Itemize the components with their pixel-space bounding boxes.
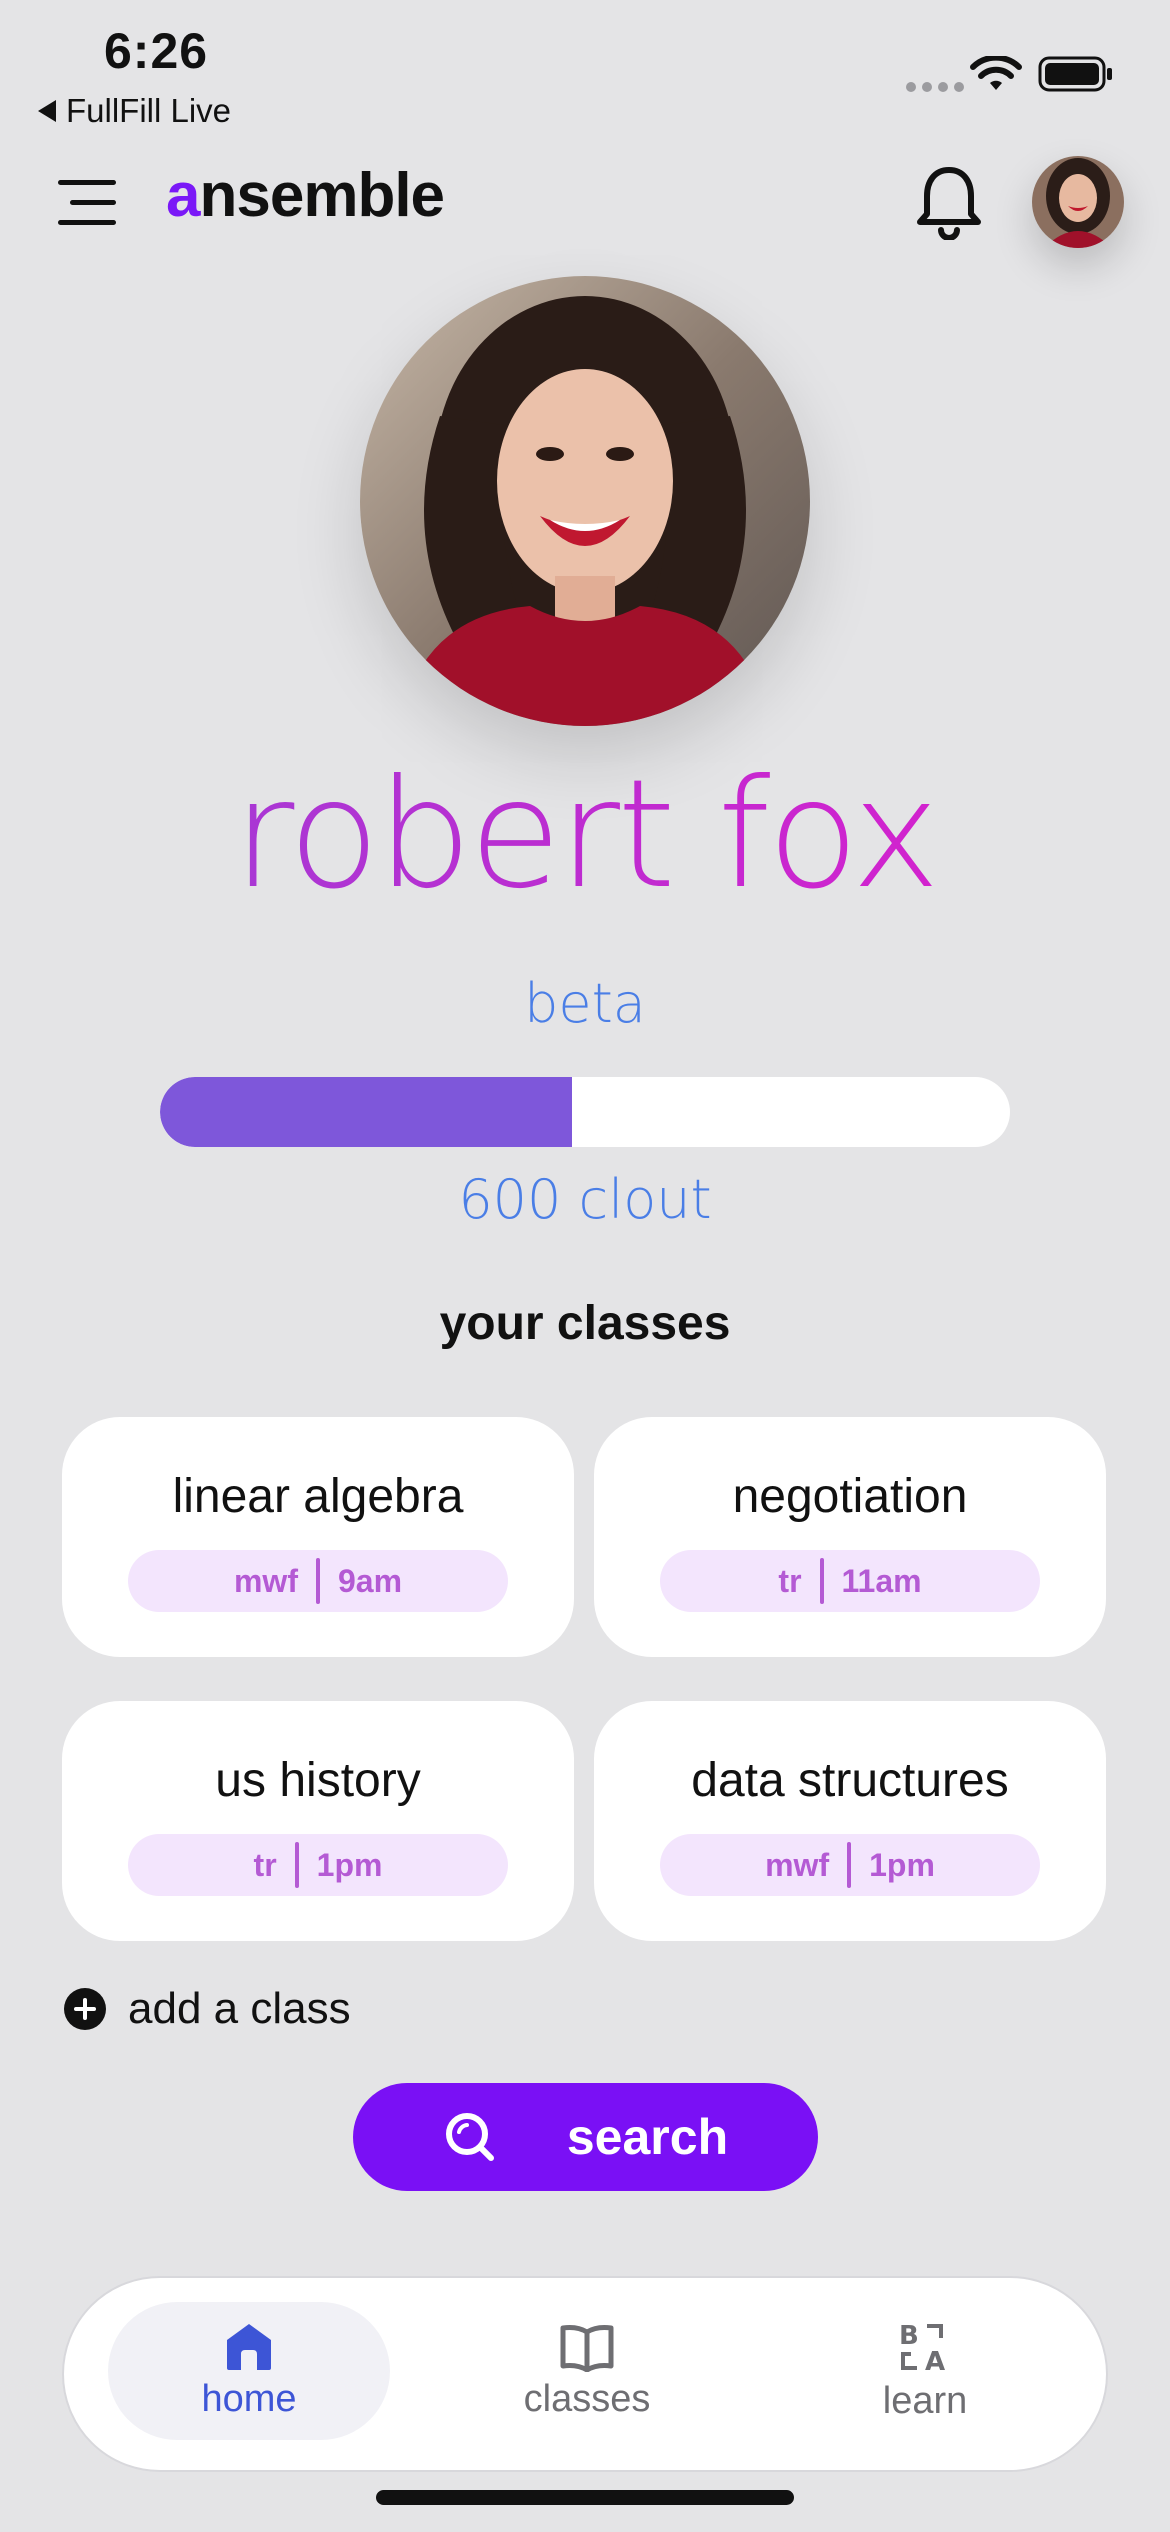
svg-text:A: A bbox=[925, 2347, 945, 2374]
class-schedule-pill: tr 1pm bbox=[128, 1834, 508, 1896]
search-icon bbox=[445, 2113, 494, 2161]
status-bar: 6:26 FullFill Live bbox=[0, 0, 1170, 135]
pill-divider bbox=[294, 1842, 299, 1888]
search-label: search bbox=[566, 2109, 729, 2165]
profile-name: robert fox bbox=[0, 750, 1170, 920]
class-name: us history bbox=[215, 1754, 421, 1807]
class-name: negotiation bbox=[732, 1470, 968, 1523]
profile-photo bbox=[360, 276, 810, 726]
classes-section-title: your classes bbox=[439, 1297, 731, 1350]
nav-item-classes[interactable]: classes bbox=[446, 2302, 728, 2440]
search-button[interactable]: search bbox=[353, 2083, 818, 2191]
signal-icon bbox=[906, 82, 964, 92]
class-schedule-pill: mwf 9am bbox=[128, 1550, 508, 1612]
translate-icon: B A bbox=[899, 2321, 945, 2374]
class-time: 1pm bbox=[316, 1846, 383, 1883]
back-to-app-link[interactable]: FullFill Live bbox=[38, 92, 231, 130]
add-class-button[interactable]: add a class bbox=[64, 1984, 351, 2034]
status-time: 6:26 bbox=[104, 23, 209, 79]
book-icon bbox=[560, 2324, 614, 2372]
clout-label: 600 clout bbox=[458, 1168, 712, 1231]
class-time: 1pm bbox=[869, 1846, 935, 1883]
svg-text:B: B bbox=[899, 2321, 919, 2351]
class-days: mwf bbox=[233, 1562, 298, 1599]
avatar[interactable] bbox=[1032, 156, 1124, 248]
nav-item-home[interactable]: home bbox=[108, 2302, 390, 2440]
pill-divider bbox=[847, 1842, 852, 1888]
brand-logo-accent: a bbox=[166, 161, 200, 230]
menu-icon[interactable] bbox=[58, 176, 116, 228]
class-card-negotiation[interactable]: negotiation tr 11am bbox=[594, 1417, 1106, 1657]
class-card-linear-algebra[interactable]: linear algebra mwf 9am bbox=[62, 1417, 574, 1657]
wifi-icon bbox=[970, 56, 1022, 90]
class-time: 11am bbox=[841, 1562, 922, 1599]
home-indicator bbox=[376, 2490, 794, 2505]
class-days: mwf bbox=[765, 1846, 830, 1883]
bottom-nav: home classes B A learn bbox=[62, 2276, 1108, 2472]
class-days: tr bbox=[778, 1562, 802, 1599]
class-card-us-history[interactable]: us history tr 1pm bbox=[62, 1701, 574, 1941]
class-time: 9am bbox=[337, 1562, 403, 1599]
class-name: data structures bbox=[691, 1754, 1009, 1807]
nav-label-learn: learn bbox=[882, 2379, 968, 2422]
profile-level: beta bbox=[524, 972, 646, 1035]
class-name: linear algebra bbox=[172, 1470, 464, 1523]
plus-circle-icon bbox=[64, 1988, 106, 2030]
add-class-label: add a class bbox=[128, 1984, 351, 2033]
brand-logo: a nsemble bbox=[166, 160, 445, 231]
class-schedule-pill: mwf 1pm bbox=[660, 1834, 1040, 1896]
class-schedule-pill: tr 11am bbox=[660, 1550, 1040, 1612]
back-app-label: FullFill Live bbox=[66, 92, 232, 129]
nav-label-classes: classes bbox=[523, 2377, 651, 2420]
clout-progress-bar bbox=[160, 1077, 1010, 1147]
bell-icon[interactable] bbox=[914, 164, 984, 240]
pill-divider bbox=[819, 1558, 824, 1604]
pill-divider bbox=[315, 1558, 320, 1604]
back-arrow-icon bbox=[38, 100, 56, 122]
nav-label-home: home bbox=[201, 2377, 297, 2420]
battery-icon bbox=[1038, 56, 1112, 92]
nav-item-learn[interactable]: B A learn bbox=[784, 2302, 1066, 2440]
class-card-data-structures[interactable]: data structures mwf 1pm bbox=[594, 1701, 1106, 1941]
home-icon bbox=[227, 2323, 271, 2370]
clout-progress-fill bbox=[160, 1077, 573, 1147]
class-days: tr bbox=[253, 1846, 277, 1883]
brand-logo-text: nsemble bbox=[199, 161, 445, 230]
